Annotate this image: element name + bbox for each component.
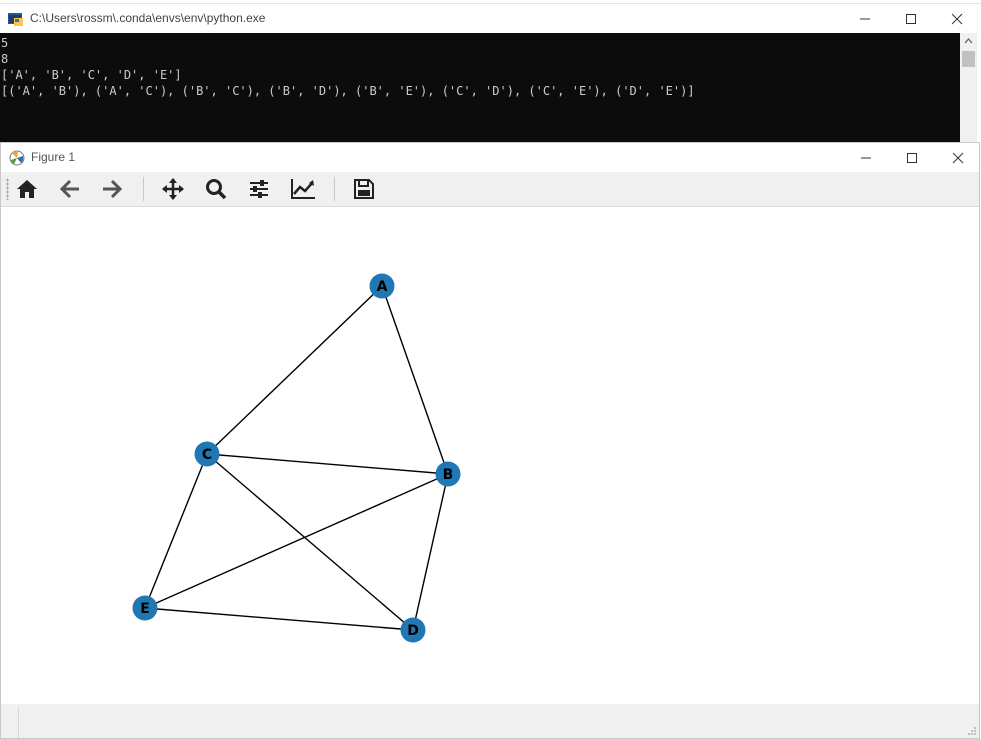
toolbar-separator bbox=[334, 177, 335, 201]
status-bar bbox=[1, 704, 979, 738]
node-label-D: D bbox=[407, 623, 419, 639]
console-close-button[interactable] bbox=[934, 4, 980, 34]
maximize-icon bbox=[906, 14, 916, 24]
back-arrow-icon bbox=[59, 179, 79, 199]
toolbar-separator bbox=[143, 177, 144, 201]
console-line: 8 bbox=[1, 52, 9, 66]
python-console-icon bbox=[8, 11, 24, 27]
forward-button[interactable] bbox=[97, 175, 127, 203]
figure-title: Figure 1 bbox=[31, 150, 76, 164]
node-label-B: B bbox=[443, 467, 454, 483]
zoom-icon bbox=[206, 179, 227, 200]
edge-C-D bbox=[206, 453, 414, 631]
edge-A-C bbox=[206, 285, 383, 455]
save-button[interactable] bbox=[349, 175, 379, 203]
edit-axis-button[interactable] bbox=[287, 175, 317, 203]
edge-B-D bbox=[412, 473, 449, 631]
home-button[interactable] bbox=[12, 175, 42, 203]
minimize-icon bbox=[861, 157, 871, 159]
console-line: [('A', 'B'), ('A', 'C'), ('B', 'C'), ('B… bbox=[1, 84, 695, 98]
minimize-icon bbox=[860, 18, 870, 20]
console-window: C:\Users\rossm\.conda\envs\env\python.ex… bbox=[0, 0, 981, 145]
zoom-button[interactable] bbox=[201, 175, 231, 203]
pan-button[interactable] bbox=[158, 175, 188, 203]
figure-titlebar[interactable]: Figure 1 bbox=[1, 143, 979, 172]
pan-icon bbox=[162, 178, 184, 200]
scroll-up-icon[interactable] bbox=[964, 37, 973, 44]
node-label-E: E bbox=[140, 601, 150, 617]
figure-canvas[interactable]: A B C D E bbox=[1, 207, 979, 704]
console-title: C:\Users\rossm\.conda\envs\env\python.ex… bbox=[30, 11, 266, 25]
console-minimize-button[interactable] bbox=[842, 4, 888, 34]
save-icon bbox=[354, 179, 374, 199]
scrollbar-thumb[interactable] bbox=[962, 51, 975, 67]
status-divider bbox=[18, 706, 19, 738]
resize-grip-icon[interactable] bbox=[967, 726, 977, 736]
close-icon bbox=[951, 13, 963, 25]
console-maximize-button[interactable] bbox=[888, 4, 934, 34]
edge-A-B bbox=[381, 285, 449, 475]
maximize-icon bbox=[907, 153, 917, 163]
console-line: ['A', 'B', 'C', 'D', 'E'] bbox=[1, 68, 182, 82]
figure-maximize-button[interactable] bbox=[889, 143, 935, 173]
subplots-config-icon bbox=[250, 180, 268, 198]
figure-minimize-button[interactable] bbox=[843, 143, 889, 173]
console-titlebar[interactable]: C:\Users\rossm\.conda\envs\env\python.ex… bbox=[0, 3, 981, 34]
figure-close-button[interactable] bbox=[935, 143, 981, 173]
back-button[interactable] bbox=[55, 175, 85, 203]
console-scrollbar[interactable] bbox=[960, 33, 977, 145]
navigation-toolbar bbox=[1, 172, 979, 207]
console-line: 5 bbox=[1, 36, 9, 50]
edge-B-C bbox=[206, 453, 449, 475]
home-icon bbox=[17, 180, 37, 198]
close-icon bbox=[952, 152, 964, 164]
forward-arrow-icon bbox=[103, 179, 123, 199]
matplotlib-icon bbox=[9, 150, 25, 166]
edit-axis-icon bbox=[291, 179, 315, 199]
figure-window: Figure 1 A B C D E bbox=[0, 142, 980, 739]
console-output[interactable]: 5 8 ['A', 'B', 'C', 'D', 'E'] [('A', 'B'… bbox=[0, 33, 960, 145]
node-label-C: C bbox=[202, 447, 212, 463]
configure-subplots-button[interactable] bbox=[244, 175, 274, 203]
network-graph: A B C D E bbox=[132, 273, 461, 643]
toolbar-grip[interactable] bbox=[6, 178, 9, 200]
edge-D-E bbox=[144, 607, 414, 631]
node-label-A: A bbox=[377, 279, 388, 295]
